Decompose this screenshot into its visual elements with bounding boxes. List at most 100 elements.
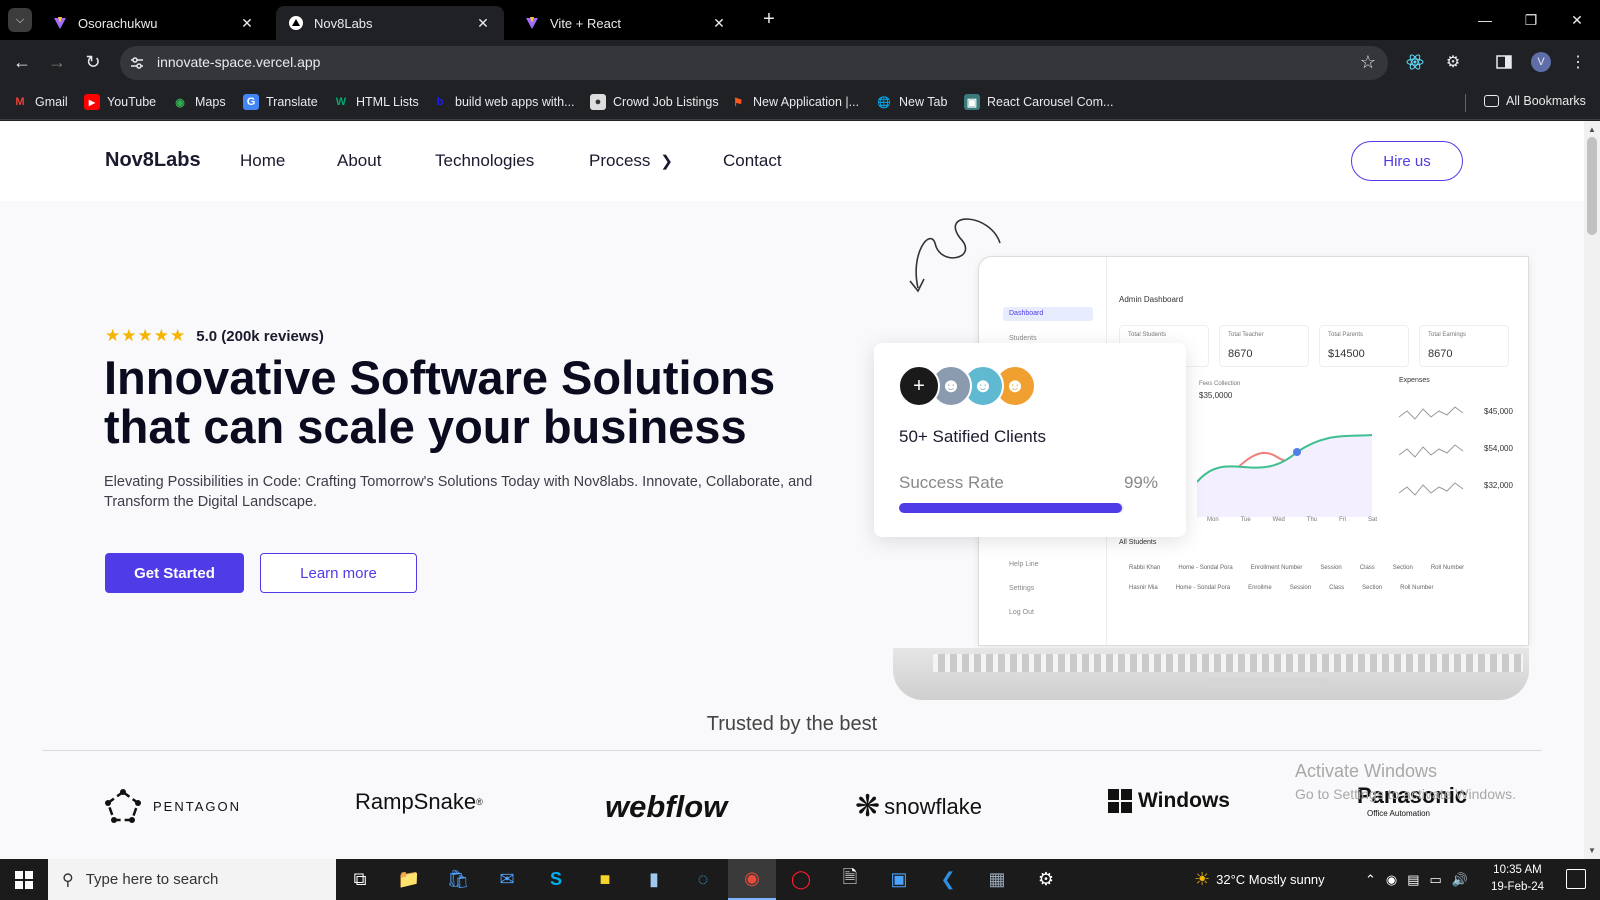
minimize-button[interactable]: — [1462,0,1508,40]
all-bookmarks[interactable]: All Bookmarks [1484,94,1586,108]
sticky-notes-icon[interactable]: ■ [581,859,629,900]
bookmark-gmail[interactable]: M Gmail [12,94,67,110]
divider [42,750,1542,751]
clients-title: 50+ Satified Clients [899,427,1046,446]
close-icon[interactable]: ✕ [476,16,490,30]
network-icon[interactable]: ▤ [1407,872,1419,888]
bookmark-new-tab[interactable]: 🌐 New Tab [876,94,947,110]
windows-start-icon [15,870,33,889]
expenses-panel: Expenses $45,000 $54,000 $32,000 [1399,377,1524,527]
translate-icon: G [243,94,259,110]
skype-icon[interactable]: S [532,859,580,900]
nav-home[interactable]: Home [240,151,285,171]
react-devtools-icon[interactable] [1405,52,1425,72]
nav-about[interactable]: About [337,151,381,171]
site-info-icon[interactable] [128,54,146,72]
brand-snowflake: ❋ snowflake [855,790,982,823]
bookmark-translate[interactable]: G Translate [243,94,318,110]
weather-text: 32°C Mostly sunny [1216,872,1325,887]
reload-button[interactable]: ↻ [81,50,105,74]
tab-vite-react[interactable]: Vite + React ✕ [512,6,740,40]
settings-icon[interactable]: ⚙ [1022,859,1070,900]
nav-process[interactable]: Process ❯ [589,151,673,171]
camera-icon[interactable]: ◉ [1386,872,1397,888]
get-started-button[interactable]: Get Started [105,553,244,593]
stat-card: Total Earnings 8670 [1419,325,1509,367]
bookmark-html-lists[interactable]: W HTML Lists [333,94,419,110]
bookmark-maps[interactable]: ◉ Maps [172,94,225,110]
chevron-up-icon[interactable]: ⌃ [1365,872,1376,888]
windows-logo-icon [1108,789,1132,813]
system-clock[interactable]: 10:35 AM 19-Feb-24 [1491,862,1544,896]
brand-webflow: webflow [605,789,728,824]
arrow-left-icon: ← [13,51,31,72]
close-icon[interactable]: ✕ [712,16,726,30]
weather-sun-icon: ☀ [1194,869,1211,889]
globe-icon: 🌐 [877,96,891,109]
start-button[interactable] [0,859,48,900]
store-icon[interactable]: 🛍 [434,859,482,900]
opera-icon[interactable]: ◯ [777,859,825,900]
calculator-icon[interactable]: ▦ [973,859,1021,900]
restore-button[interactable]: ❐ [1508,0,1554,40]
headline-line-2: that can scale your business [104,400,747,453]
star-icon: ★ [153,326,169,345]
nav-technologies[interactable]: Technologies [435,151,534,171]
bookmark-new-application[interactable]: ⚑ New Application |... [730,94,859,110]
new-tab-button[interactable]: + [758,9,780,31]
scroll-thumb[interactable] [1587,137,1597,235]
edge-icon[interactable]: ◌ [679,859,727,900]
bookmark-star-icon[interactable]: ☆ [1360,52,1376,73]
tab-title: Osorachukwu [78,15,158,31]
document-icon[interactable]: 🗎 [826,859,874,900]
fees-chart: Fees Collection $35,0000 Mon Tue Wed Thu Fri… [1197,377,1387,527]
site-logo[interactable]: Nov8Labs [105,149,201,172]
back-button[interactable]: ← [10,50,34,74]
battery-icon[interactable]: ▭ [1430,872,1442,888]
nav-contact[interactable]: Contact [723,151,782,171]
tab-search-button[interactable]: ⌵ [8,8,32,32]
learn-more-button[interactable]: Learn more [260,553,417,593]
profile-avatar[interactable]: V [1531,52,1551,72]
page-scrollbar[interactable]: ▲ ▼ [1584,121,1600,859]
weather-widget[interactable]: ☀ 32°C Mostly sunny [1194,859,1325,900]
close-icon[interactable]: ✕ [240,16,254,30]
crowd-icon: ● [590,94,606,110]
page-viewport: Nov8Labs Home About Technologies Process… [0,121,1584,859]
bookmark-bubble[interactable]: b build web apps with... [432,94,575,110]
extensions-icon[interactable]: ⚙ [1443,52,1463,72]
headline-line-1: Innovative Software Solutions [104,351,776,404]
bookmark-react-carousel[interactable]: ▣ React Carousel Com... [964,94,1113,110]
windows-taskbar: ⚲ Type here to search ⧉ 📁 🛍 ✉ S ■ ▮ ◌ ◉ … [0,859,1600,900]
notion-icon[interactable]: ▣ [875,859,923,900]
success-rate-label: Success Rate [899,473,1004,492]
vscode-icon[interactable]: ❮ [924,859,972,900]
bookmark-crowd-job[interactable]: ● Crowd Job Listings [590,94,719,110]
star-icon: ★ [137,326,153,345]
notes-app-icon[interactable]: ▮ [630,859,678,900]
tab-osorachukwu[interactable]: Osorachukwu ✕ [40,6,268,40]
volume-icon[interactable]: 🔊 [1452,872,1468,888]
task-view-icon[interactable]: ⧉ [336,859,384,900]
scroll-up-icon[interactable]: ▲ [1588,125,1596,134]
chrome-icon[interactable]: ◉ [728,859,776,900]
side-panel-icon[interactable] [1494,52,1514,72]
taskbar-search[interactable]: ⚲ Type here to search [48,859,336,900]
url-text: innovate-space.vercel.app [157,54,321,70]
hire-us-button[interactable]: Hire us [1351,141,1463,181]
more-menu-icon[interactable]: ⋮ [1568,52,1588,72]
vercel-icon [288,15,304,31]
mail-icon[interactable]: ✉ [483,859,531,900]
scroll-down-icon[interactable]: ▼ [1588,846,1596,855]
notifications-icon[interactable] [1566,869,1586,889]
window-close-button[interactable]: ✕ [1554,0,1600,40]
client-avatars: + ☻ ☻ ☻ [898,365,1036,407]
add-client-icon[interactable]: + [898,365,940,407]
brand-windows: Windows [1108,789,1230,813]
address-bar[interactable]: innovate-space.vercel.app ☆ [120,46,1388,80]
tab-title: Nov8Labs [314,15,373,31]
tab-nov8labs[interactable]: Nov8Labs ✕ [276,6,504,40]
file-explorer-icon[interactable]: 📁 [385,859,433,900]
forward-button[interactable]: → [45,50,69,74]
bookmark-youtube[interactable]: ▶ YouTube [84,94,156,110]
